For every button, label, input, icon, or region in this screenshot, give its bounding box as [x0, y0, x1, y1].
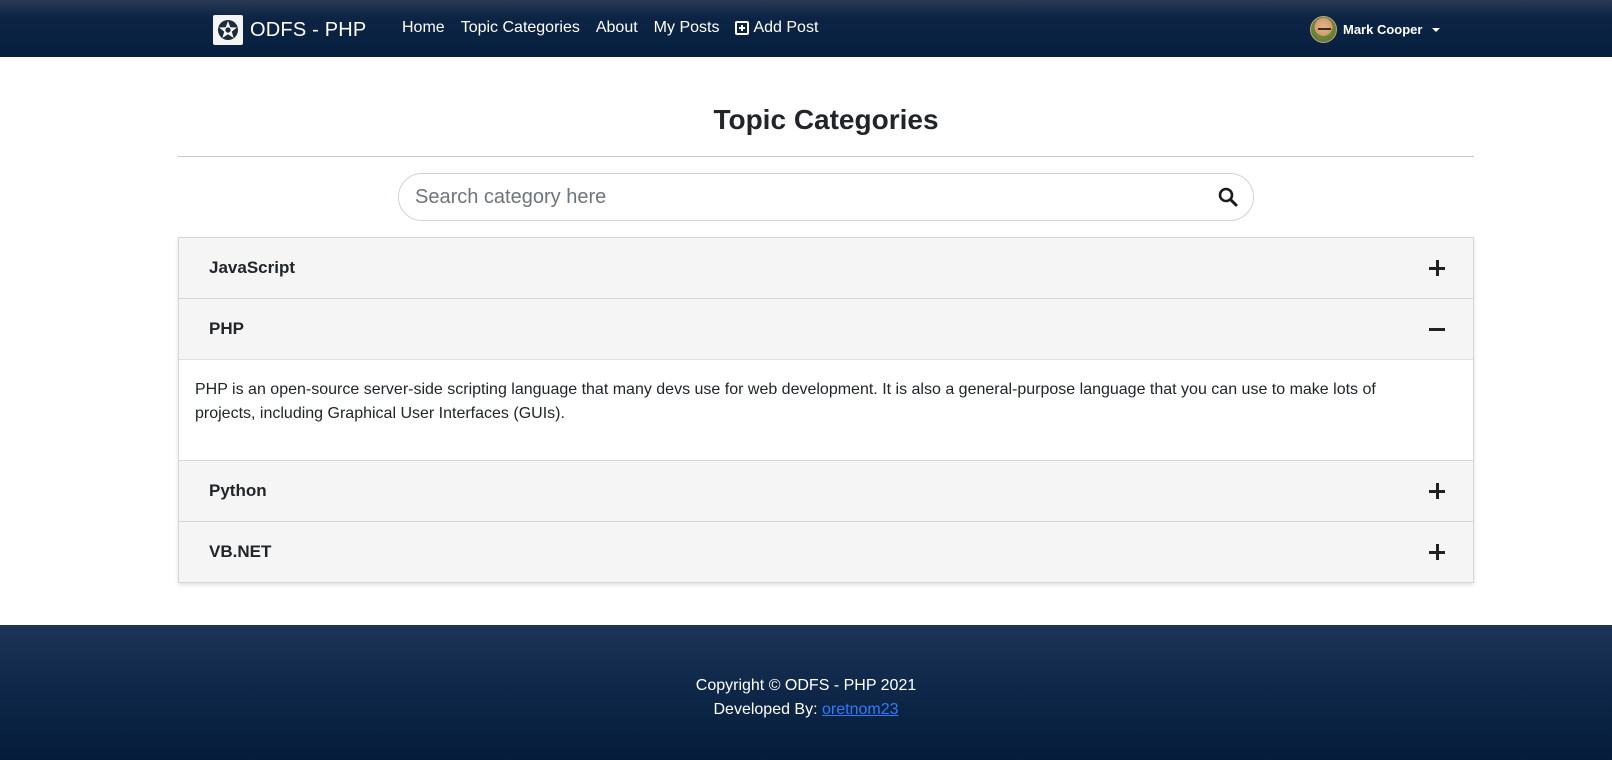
user-name: Mark Cooper [1343, 22, 1423, 37]
category-title: PHP [209, 319, 244, 338]
developer-link[interactable]: oretnom23 [822, 701, 899, 718]
brand-logo-icon [213, 15, 243, 45]
category-item-php: PHP PHP is an open-source server-side sc… [179, 299, 1473, 461]
plus-icon[interactable] [1429, 483, 1445, 499]
category-item-javascript: JavaScript [179, 238, 1473, 299]
search-bar [398, 173, 1254, 221]
nav-topic-categories[interactable]: Topic Categories [453, 19, 588, 37]
developed-by-label: Developed By: [713, 701, 818, 718]
footer: Copyright © ODFS - PHP 2021 Developed By… [0, 625, 1612, 760]
category-header-python[interactable]: Python [179, 461, 1473, 521]
avatar [1310, 16, 1337, 43]
category-description: PHP is an open-source server-side script… [179, 359, 1473, 460]
category-header-php[interactable]: PHP [179, 299, 1473, 359]
category-title: VB.NET [209, 542, 272, 561]
footer-copyright: Copyright © ODFS - PHP 2021 [695, 677, 917, 694]
plus-square-icon [735, 21, 750, 35]
footer-developed-by: Developed By: oretnom23 [0, 701, 1612, 719]
nav-links: Home Topic Categories About My Posts Add… [402, 19, 826, 37]
category-title: JavaScript [209, 258, 295, 277]
nav-add-post-label: Add Post [753, 19, 819, 36]
title-divider [178, 156, 1474, 157]
category-item-vbnet: VB.NET [179, 522, 1473, 582]
nav-add-post[interactable]: Add Post [727, 19, 826, 37]
category-header-vbnet[interactable]: VB.NET [179, 522, 1473, 582]
search-icon [1218, 187, 1238, 207]
category-header-javascript[interactable]: JavaScript [179, 238, 1473, 298]
page-title: Topic Categories [713, 104, 939, 135]
search-input[interactable] [399, 174, 1203, 220]
top-navbar: ODFS - PHP Home Topic Categories About M… [0, 0, 1612, 57]
nav-my-posts[interactable]: My Posts [646, 19, 728, 37]
brand-name: ODFS - PHP [250, 18, 367, 41]
plus-icon[interactable] [1429, 260, 1445, 276]
search-button[interactable] [1203, 174, 1253, 220]
nav-home[interactable]: Home [402, 19, 453, 37]
brand-link[interactable]: ODFS - PHP [213, 15, 366, 45]
nav-about[interactable]: About [588, 19, 646, 37]
user-menu-dropdown[interactable]: Mark Cooper [1310, 16, 1441, 43]
category-title: Python [209, 481, 267, 500]
caret-down-icon [1432, 27, 1441, 32]
category-accordion: JavaScript PHP PHP is an open-source ser… [178, 237, 1474, 583]
minus-icon[interactable] [1429, 321, 1445, 337]
category-item-python: Python [179, 461, 1473, 522]
plus-icon[interactable] [1429, 544, 1445, 560]
